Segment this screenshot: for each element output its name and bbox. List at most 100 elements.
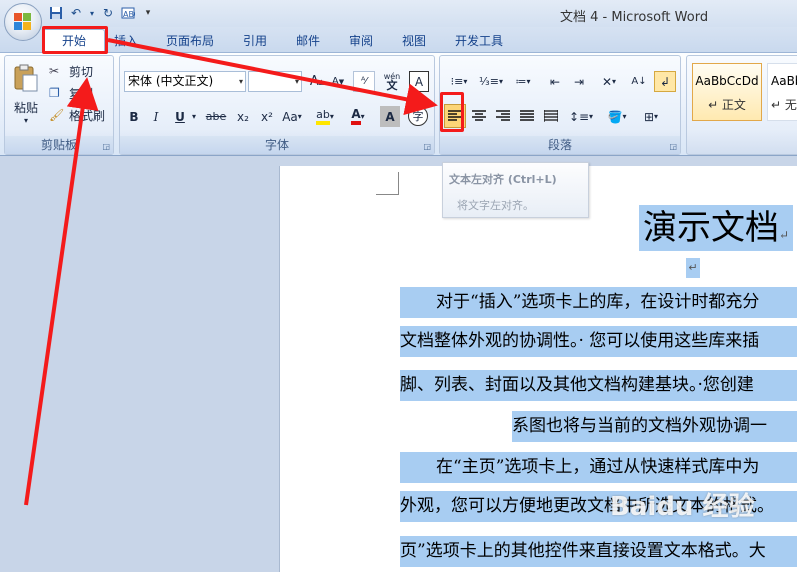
paragraph-mark-icon: ↲: [659, 74, 671, 89]
copy-label: 复制: [69, 86, 94, 101]
bold-button[interactable]: B: [124, 106, 144, 127]
office-logo-icon: [14, 13, 32, 31]
body-line[interactable]: 系图也将与当前的文档外观协调一: [512, 411, 797, 442]
numbered-list-icon: ⅓≡: [479, 75, 499, 88]
dialog-launcher-icon[interactable]: ◲: [423, 142, 431, 151]
character-border-button[interactable]: A: [409, 71, 429, 92]
scissors-icon: ✂: [49, 64, 60, 78]
chinese-layout-icon: ✕: [601, 74, 613, 89]
align-right-button[interactable]: [492, 104, 514, 128]
dialog-launcher-icon[interactable]: ◲: [102, 142, 110, 151]
clear-format-icon: ᴬ⁄: [361, 76, 367, 87]
borders-button[interactable]: ⊞ ▾: [636, 106, 666, 127]
distributed-button[interactable]: [540, 104, 562, 128]
dialog-launcher-icon[interactable]: ◲: [669, 142, 677, 151]
paste-label: 粘贴: [13, 101, 38, 115]
border-icon: ⊞: [643, 109, 655, 124]
redo-icon[interactable]: ↻: [100, 5, 116, 21]
italic-button[interactable]: I: [146, 106, 166, 127]
undo-dropdown-icon[interactable]: ▾: [88, 5, 96, 21]
font-color-button[interactable]: A ▾: [344, 106, 372, 127]
tab-references[interactable]: 引用: [235, 31, 275, 52]
show-marks-button[interactable]: ↲: [654, 71, 676, 92]
document-heading[interactable]: 演示文档↵: [639, 205, 794, 251]
bullets-button[interactable]: ⁝≡ ▾: [444, 71, 474, 92]
cut-label: 剪切: [69, 64, 94, 79]
justify-button[interactable]: [516, 104, 538, 128]
grow-font-button[interactable]: A ▲: [307, 71, 327, 92]
cut-button[interactable]: ✂ 剪切: [49, 61, 109, 81]
customize-qat-icon[interactable]: ▾: [140, 5, 156, 21]
chinese-layout-button[interactable]: ✕ ▾: [594, 71, 624, 92]
phonetic-guide-button[interactable]: wén 文: [381, 70, 403, 91]
sort-button[interactable]: A↓: [628, 71, 650, 92]
line-spacing-button[interactable]: ↕≡ ▾: [566, 106, 596, 127]
tab-developer[interactable]: 开发工具: [448, 31, 510, 52]
change-case-icon: Aa: [282, 109, 298, 124]
align-center-icon: [472, 110, 486, 121]
paste-dropdown-icon: ▾: [23, 116, 28, 125]
chevron-down-icon[interactable]: ▾: [190, 106, 198, 127]
sort-icon: A↓: [631, 76, 647, 87]
style-normal[interactable]: AaBbCcDd ↵ 正文: [692, 63, 762, 121]
align-center-button[interactable]: [468, 104, 490, 128]
paste-button[interactable]: 粘贴 ▾: [9, 59, 43, 129]
tab-review[interactable]: 审阅: [341, 31, 381, 52]
format-painter-button[interactable]: 🖌 格式刷: [49, 105, 111, 125]
distributed-icon: [544, 110, 558, 122]
highlight-button[interactable]: ab ▾: [310, 106, 340, 127]
heading-text: 演示文档: [643, 208, 779, 248]
superscript-button[interactable]: x²: [256, 106, 278, 127]
underline-button[interactable]: U: [170, 106, 190, 127]
line-spacing-icon: ↕≡: [568, 109, 590, 124]
copy-button[interactable]: ❐ 复制: [49, 83, 109, 103]
increase-indent-button[interactable]: ⇥: [568, 71, 590, 92]
shading-button[interactable]: 🪣 ▾: [602, 106, 632, 127]
ribbon-tab-bar: 开始 插入 页面布局 引用 邮件 审阅 视图 开发工具: [0, 27, 797, 53]
enclose-characters-button[interactable]: 字: [408, 106, 428, 126]
clear-format-button[interactable]: ᴬ⁄: [353, 71, 375, 92]
tab-mailings[interactable]: 邮件: [288, 31, 328, 52]
style-no-spacing-label: ↵ 无: [771, 98, 797, 112]
format-painter-label: 格式刷: [69, 108, 106, 123]
tooltip-title: 文本左对齐 (Ctrl+L): [449, 173, 557, 186]
paint-bucket-icon: 🪣: [607, 109, 623, 124]
strikethrough-button[interactable]: abe: [204, 106, 228, 127]
clipboard-group: 粘贴 ▾ ✂ 剪切 ❐ 复制 🖌 格式刷 剪贴板 ◲: [4, 55, 114, 155]
paste-icon: [14, 64, 38, 92]
format-painter-icon[interactable]: ABC: [120, 5, 136, 21]
margin-corner-mark: [376, 172, 399, 195]
font-size-combo[interactable]: ▾: [248, 71, 302, 92]
shrink-font-icon: A: [331, 76, 339, 87]
tooltip-description: 将文字左对齐。: [457, 199, 534, 212]
change-case-button[interactable]: Aa ▾: [280, 106, 304, 127]
body-line[interactable]: 页”选项卡上的其他控件来直接设置文本格式。大: [400, 536, 797, 567]
tab-page-layout[interactable]: 页面布局: [158, 31, 222, 52]
tab-insert[interactable]: 插入: [108, 31, 144, 52]
subscript-button[interactable]: x₂: [232, 106, 254, 127]
tab-view[interactable]: 视图: [394, 31, 434, 52]
svg-text:ABC: ABC: [123, 10, 135, 19]
undo-icon[interactable]: ↶: [68, 5, 84, 21]
numbering-button[interactable]: ⅓≡ ▾: [476, 71, 506, 92]
shrink-font-button[interactable]: A ▼: [328, 71, 348, 92]
style-no-spacing[interactable]: AaBb ↵ 无: [767, 63, 797, 121]
paragraph-group-label: 段落: [440, 136, 680, 154]
font-name-combo[interactable]: 宋体 (中文正文) ▾: [124, 71, 246, 92]
body-line[interactable]: 在“主页”选项卡上，通过从快速样式库中为: [400, 452, 797, 483]
justify-icon: [520, 110, 534, 121]
office-button[interactable]: [4, 3, 42, 41]
styles-group: AaBbCcDd ↵ 正文 AaBb ↵ 无: [686, 55, 797, 155]
decrease-indent-button[interactable]: ⇤: [544, 71, 566, 92]
increase-indent-icon: ⇥: [573, 74, 585, 89]
highlighter-icon: ab: [316, 108, 330, 125]
window-title: 文档 4 - Microsoft Word: [560, 10, 709, 25]
body-line[interactable]: 文档整体外观的协调性。· 您可以使用这些库来插: [400, 326, 797, 357]
tooltip: 文本左对齐 (Ctrl+L) 将文字左对齐。: [442, 162, 589, 218]
body-line[interactable]: 对于“插入”选项卡上的库，在设计时都充分: [400, 287, 797, 318]
character-shading-button[interactable]: A: [380, 106, 400, 127]
multilevel-list-button[interactable]: ≔ ▾: [508, 71, 538, 92]
highlight-box-home-tab: [42, 26, 108, 54]
body-line[interactable]: 脚、列表、封面以及其他文档构建基块。·您创建: [400, 370, 797, 401]
save-icon[interactable]: [48, 5, 64, 21]
